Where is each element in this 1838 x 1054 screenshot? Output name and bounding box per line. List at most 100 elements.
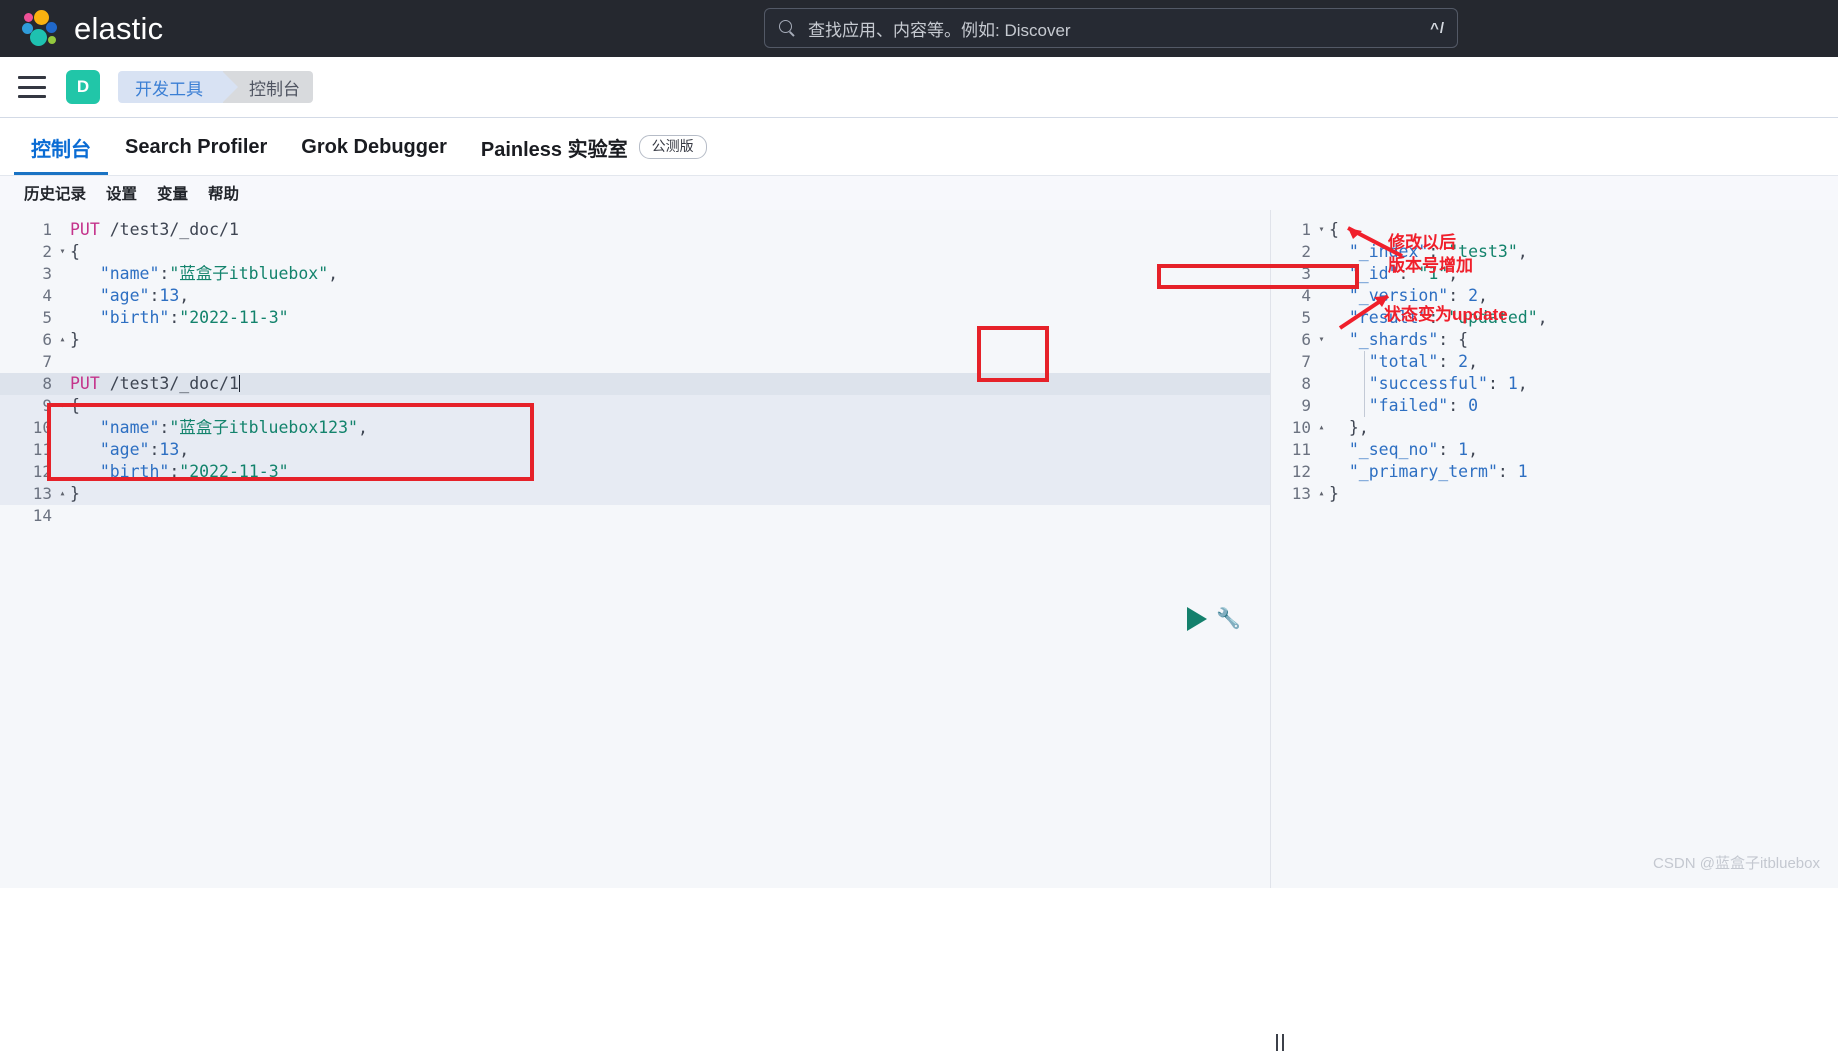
request-editor-pane[interactable]: 1 PUT /test3/_doc/1 2 ▾{3 "name":"蓝盒子itblue… — [0, 210, 1271, 888]
tab-grok-debugger-label: Grok Debugger — [301, 135, 447, 158]
csdn-watermark: CSDN @蓝盒子itbluebox — [1653, 855, 1820, 872]
code-text: "successful": 1, — [1368, 374, 1528, 393]
line-number: 3 — [1301, 264, 1311, 283]
submenu-item-history[interactable]: 历史记录 — [14, 182, 96, 204]
code-line[interactable]: 11 "age":13, — [0, 439, 1270, 461]
fold-toggle-icon[interactable]: ▴ — [1314, 483, 1329, 505]
line-number: 8 — [42, 374, 52, 393]
code-line[interactable]: 10 "name":"蓝盒子itbluebox123", — [0, 417, 1270, 439]
code-text: } — [70, 484, 80, 503]
code-text: { — [70, 396, 80, 415]
global-search-wrapper[interactable]: 查找应用、内容等。例如: Discover ^/ — [764, 8, 1458, 48]
breadcrumb-bar: D 开发工具 控制台 — [0, 57, 1838, 118]
fold-toggle-icon[interactable]: ▾ — [55, 395, 70, 417]
line-number: 3 — [42, 264, 52, 283]
fold-toggle-icon[interactable]: ▴ — [55, 329, 70, 351]
code-line[interactable]: 9 ▾{ — [0, 395, 1270, 417]
line-number: 9 — [42, 396, 52, 415]
line-number: 6 — [42, 330, 52, 349]
response-viewer-pane[interactable]: 1 ▾{2 "_index": "test3", 3 "_id": "1", 4 "_… — [1271, 210, 1838, 888]
code-line[interactable]: 14 — [0, 505, 1270, 527]
line-number: 4 — [42, 286, 52, 305]
code-text: } — [70, 330, 80, 349]
line-number: 2 — [1301, 242, 1311, 261]
response-viewer: 1 ▾{2 "_index": "test3", 3 "_id": "1", 4 "_… — [1271, 210, 1838, 505]
code-line[interactable]: 2 ▾{ — [0, 241, 1270, 263]
request-actions: 🔧 — [1187, 606, 1241, 631]
code-line: 7 "total": 2, — [1271, 351, 1838, 373]
top-header-bar: elastic 查找应用、内容等。例如: Discover ^/ — [0, 0, 1838, 57]
line-number: 11 — [1291, 440, 1311, 459]
fold-toggle-icon[interactable]: ▾ — [1314, 329, 1329, 351]
code-text: "name":"蓝盒子itbluebox", — [99, 264, 339, 283]
fold-toggle-icon[interactable]: ▴ — [55, 483, 70, 505]
fold-toggle-icon[interactable]: ▾ — [55, 241, 70, 263]
beta-badge: 公测版 — [638, 135, 707, 159]
search-shortcut-hint: ^/ — [1430, 19, 1445, 37]
code-text: "_index": "test3", — [1348, 242, 1528, 261]
code-line[interactable]: 7 — [0, 351, 1270, 373]
code-line: 4 "_version": 2, — [1271, 285, 1838, 307]
submenu-item-variables[interactable]: 变量 — [147, 182, 198, 204]
code-line: 2 "_index": "test3", — [1271, 241, 1838, 263]
code-line[interactable]: 1 PUT /test3/_doc/1 — [0, 219, 1270, 241]
code-text: "total": 2, — [1368, 352, 1479, 371]
tab-grok-debugger[interactable]: Grok Debugger — [284, 119, 464, 175]
hamburger-menu-icon[interactable] — [18, 76, 46, 98]
tabs-bar: 控制台 Search Profiler Grok Debugger Painle… — [0, 118, 1838, 176]
code-line[interactable]: 5 "birth":"2022-11-3" — [0, 307, 1270, 329]
tab-console[interactable]: 控制台 — [14, 119, 108, 175]
pane-splitter-handle[interactable] — [1272, 1030, 1288, 1054]
code-line[interactable]: 12 "birth":"2022-11-3" — [0, 461, 1270, 483]
code-text: PUT /test3/_doc/1 — [70, 374, 240, 393]
tab-painless-lab[interactable]: Painless 实验室 公测版 — [464, 119, 724, 175]
code-line[interactable]: 13 ▴} — [0, 483, 1270, 505]
fold-toggle-icon[interactable]: ▴ — [1314, 417, 1329, 439]
request-options-wrench-icon[interactable]: 🔧 — [1216, 606, 1241, 631]
code-line: 6 ▾ "_shards": { — [1271, 329, 1838, 351]
space-avatar[interactable]: D — [66, 70, 100, 104]
indent-guide — [1364, 351, 1365, 417]
elastic-logo-icon — [22, 9, 60, 48]
fold-toggle-icon[interactable]: ▾ — [1314, 219, 1329, 241]
line-number: 1 — [1301, 220, 1311, 239]
code-line[interactable]: 6 ▴} — [0, 329, 1270, 351]
code-text: PUT /test3/_doc/1 — [70, 220, 239, 239]
code-line: 11 "_seq_no": 1, — [1271, 439, 1838, 461]
line-number: 10 — [1291, 418, 1311, 437]
line-number: 6 — [1301, 330, 1311, 349]
code-line: 8 "successful": 1, — [1271, 373, 1838, 395]
line-number: 13 — [32, 484, 52, 503]
line-number: 5 — [42, 308, 52, 327]
breadcrumb: 开发工具 控制台 — [118, 71, 313, 103]
code-text: "birth":"2022-11-3" — [99, 308, 289, 327]
line-number: 13 — [1291, 484, 1311, 503]
elastic-brand[interactable]: elastic — [22, 9, 164, 48]
submenu-item-settings[interactable]: 设置 — [96, 182, 147, 204]
line-number: 14 — [32, 506, 52, 525]
code-line[interactable]: 8 PUT /test3/_doc/1 — [0, 373, 1270, 395]
tab-painless-lab-label: Painless 实验室 — [480, 138, 628, 161]
code-text: "_shards": { — [1348, 330, 1469, 349]
global-search-box[interactable]: 查找应用、内容等。例如: Discover ^/ — [764, 8, 1458, 48]
tab-search-profiler-label: Search Profiler — [125, 135, 268, 158]
line-number: 12 — [1291, 462, 1311, 481]
code-line[interactable]: 3 "name":"蓝盒子itbluebox", — [0, 263, 1270, 285]
brand-name-label: elastic — [74, 10, 164, 46]
send-request-play-button[interactable] — [1187, 606, 1207, 631]
code-text: "_version": 2, — [1348, 286, 1488, 305]
request-editor[interactable]: 1 PUT /test3/_doc/1 2 ▾{3 "name":"蓝盒子itblue… — [0, 210, 1270, 527]
search-input[interactable]: 查找应用、内容等。例如: Discover — [808, 16, 1430, 41]
console-workspace: 1 PUT /test3/_doc/1 2 ▾{3 "name":"蓝盒子itblue… — [0, 210, 1838, 1051]
code-text: "age":13, — [99, 286, 190, 305]
code-line[interactable]: 4 "age":13, — [0, 285, 1270, 307]
code-text: "failed": 0 — [1368, 396, 1479, 415]
line-number: 4 — [1301, 286, 1311, 305]
code-line: 10 ▴ }, — [1271, 417, 1838, 439]
code-line: 13 ▴} — [1271, 483, 1838, 505]
tab-console-label: 控制台 — [31, 138, 91, 161]
breadcrumb-item-devtools[interactable]: 开发工具 — [118, 71, 238, 103]
submenu-item-help[interactable]: 帮助 — [198, 182, 249, 204]
tab-search-profiler[interactable]: Search Profiler — [108, 119, 284, 175]
code-text: }, — [1348, 418, 1369, 437]
